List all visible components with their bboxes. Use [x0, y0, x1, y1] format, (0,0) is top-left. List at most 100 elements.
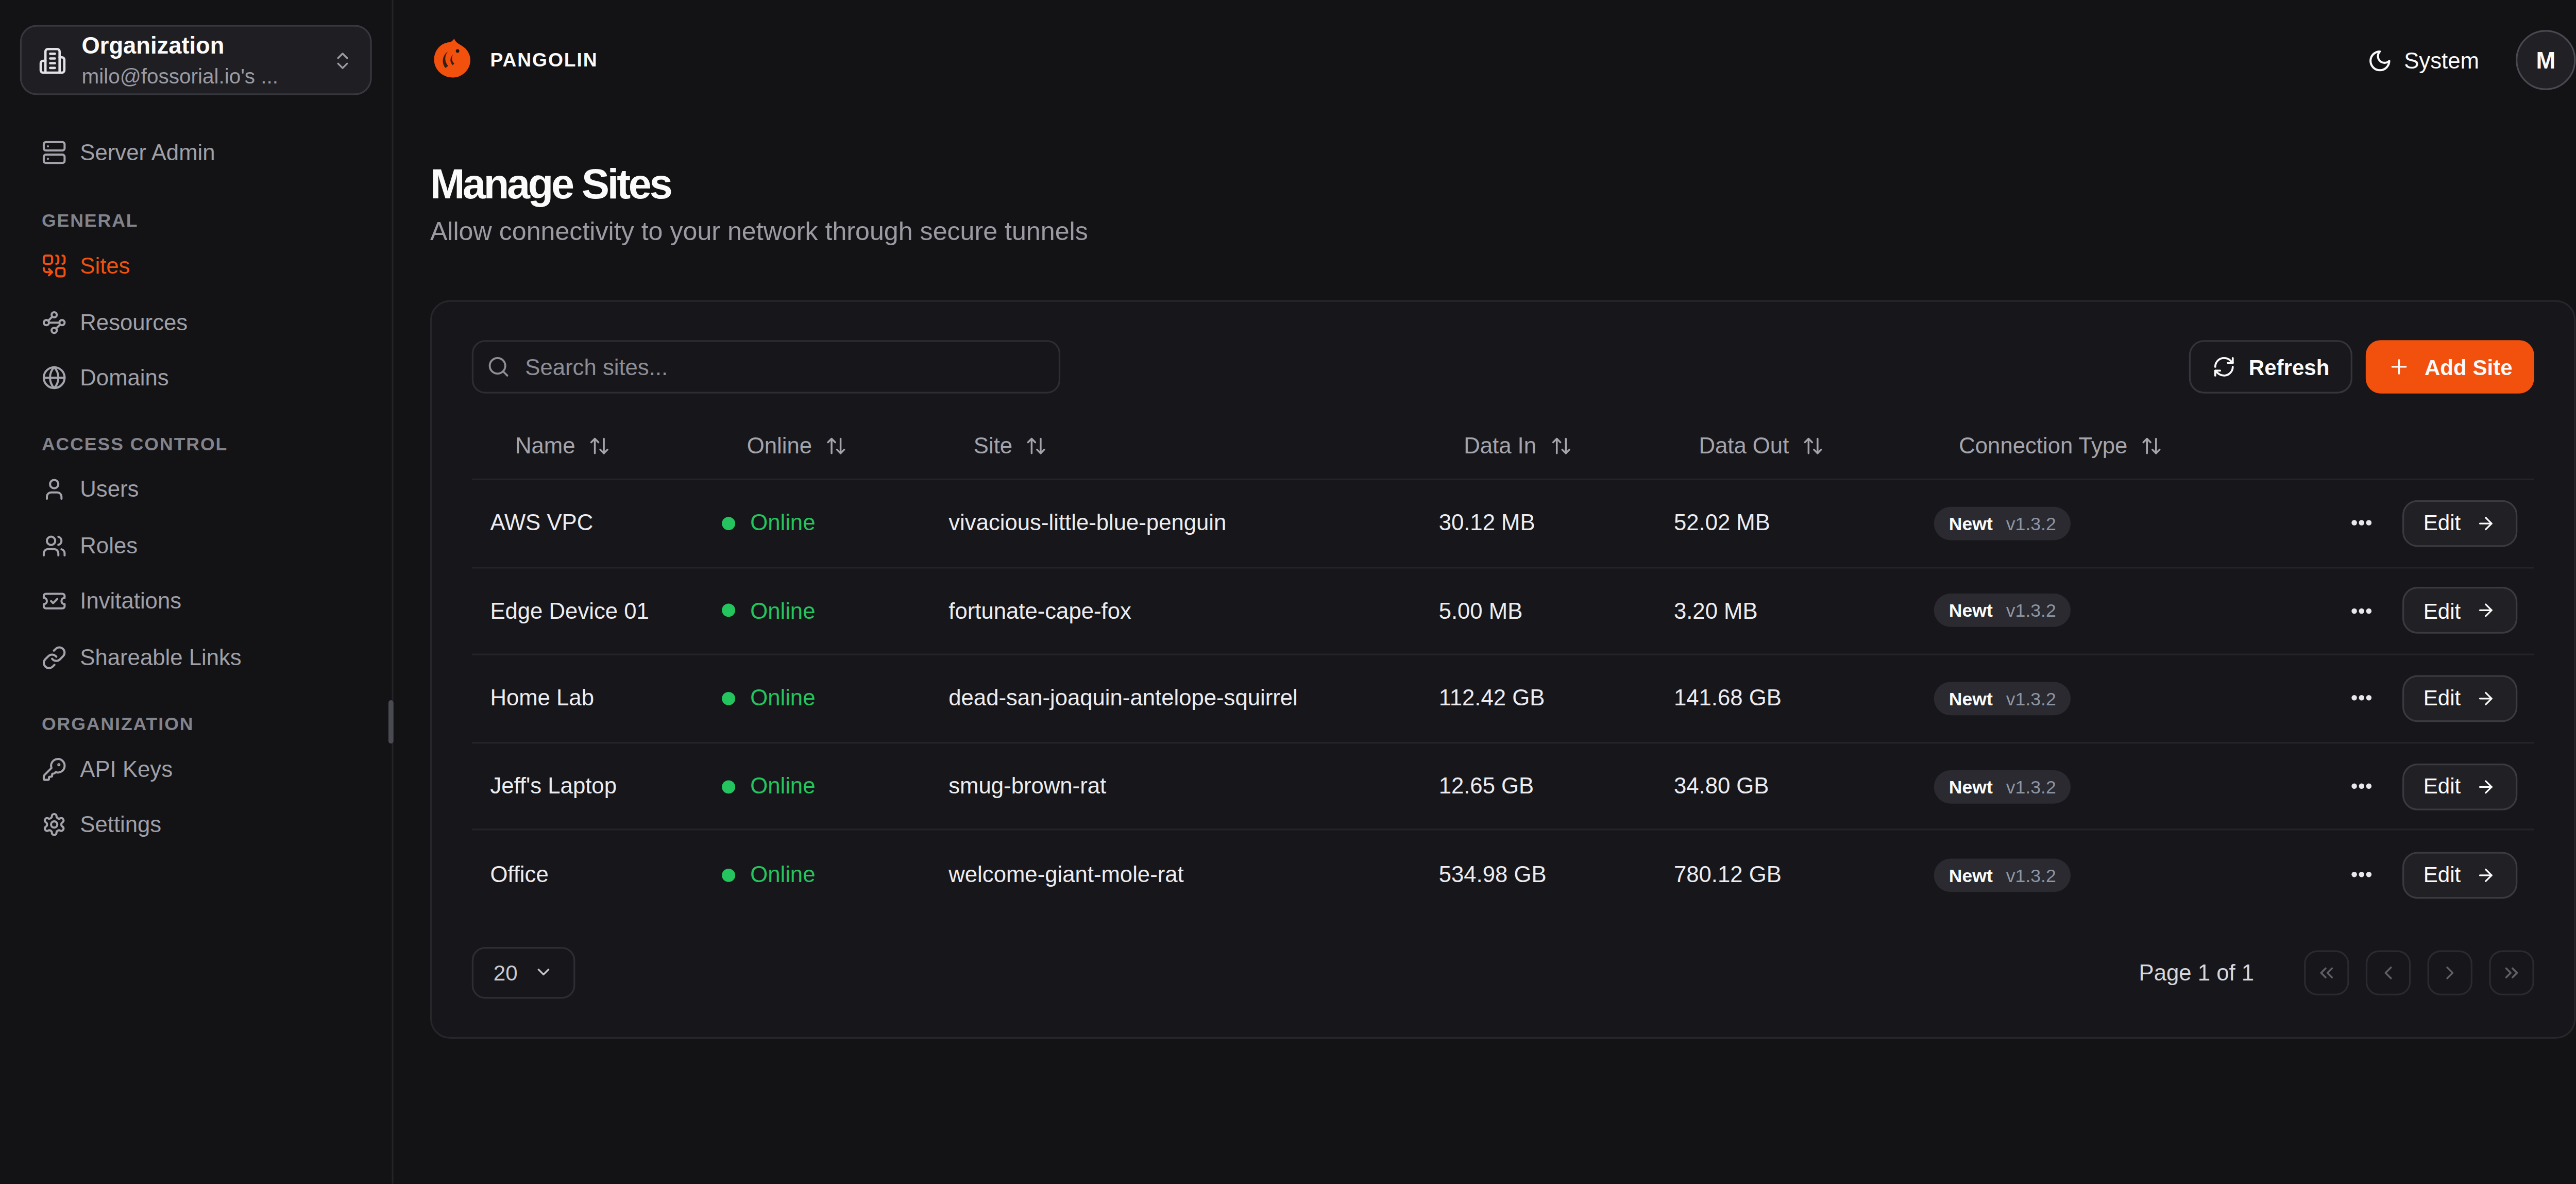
connection-type-name: Newt: [1949, 601, 1993, 621]
arrow-right-icon: [2476, 601, 2496, 621]
edit-label: Edit: [2424, 598, 2461, 623]
building-icon: [38, 46, 66, 74]
sidebar-item-resources[interactable]: Resources: [20, 294, 372, 350]
cell-data-in: 12.65 GB: [1439, 774, 1674, 799]
first-page-button[interactable]: [2304, 950, 2349, 995]
connection-type-name: Newt: [1949, 776, 1993, 797]
column-header-data-in[interactable]: Data In: [1464, 433, 1699, 459]
arrow-right-icon: [2476, 776, 2496, 797]
cell-connection-type: Newt v1.3.2: [1934, 682, 2348, 715]
sidebar-item-label: API Keys: [80, 757, 173, 782]
sidebar-item-sites[interactable]: Sites: [20, 239, 372, 294]
sort-icon: [825, 435, 847, 457]
column-header-name[interactable]: Name: [515, 433, 747, 459]
cell-actions: Edit: [2348, 675, 2517, 722]
cell-site: dead-san-joaquin-antelope-squirrel: [948, 686, 1438, 712]
cell-connection-type: Newtv1.3.2: [1934, 506, 2348, 540]
edit-button[interactable]: Edit: [2402, 675, 2518, 722]
refresh-button[interactable]: Refresh: [2189, 340, 2352, 394]
connection-type-badge: Newtv1.3.2: [1934, 506, 2071, 540]
gear-icon: [42, 813, 67, 838]
sidebar-section: ORGANIZATION API Keys Settings: [20, 712, 372, 853]
row-menu-button[interactable]: [2348, 511, 2374, 536]
brand-name: PANGOLIN: [490, 50, 598, 70]
sort-icon: [588, 435, 610, 457]
arrow-right-icon: [2476, 865, 2496, 885]
table-row: Edge Device 01Onlinefortunate-cape-fox5.…: [472, 568, 2534, 655]
sidebar-scrollbar[interactable]: [388, 700, 394, 743]
arrow-right-icon: [2476, 688, 2496, 708]
last-page-button[interactable]: [2489, 950, 2534, 995]
cell-name: Jeff's Laptop: [490, 774, 722, 799]
column-header-data-out[interactable]: Data Out: [1699, 433, 1959, 459]
online-dot-icon: [722, 780, 735, 793]
column-header-connection-type[interactable]: Connection Type: [1959, 433, 2517, 459]
sort-icon: [2141, 435, 2162, 457]
theme-label: System: [2404, 47, 2479, 73]
sidebar-item-label: Sites: [80, 253, 130, 279]
next-page-button[interactable]: [2428, 950, 2472, 995]
sidebar-item-roles[interactable]: Roles: [20, 518, 372, 573]
page-subtitle: Allow connectivity to your network throu…: [430, 217, 2576, 247]
online-label: Online: [750, 862, 815, 888]
sidebar-item-domains[interactable]: Domains: [20, 350, 372, 405]
search-box[interactable]: [472, 340, 1060, 394]
row-menu-button[interactable]: [2348, 686, 2374, 712]
edit-label: Edit: [2424, 686, 2461, 712]
cell-name: Edge Device 01: [490, 598, 722, 623]
sidebar-item-settings[interactable]: Settings: [20, 797, 372, 853]
sort-icon: [1550, 435, 1571, 457]
cell-data-out: 52.02 MB: [1674, 511, 1934, 536]
prev-page-button[interactable]: [2366, 950, 2411, 995]
row-menu-button[interactable]: [2348, 862, 2374, 888]
edit-label: Edit: [2424, 511, 2461, 536]
connection-type-badge: Newtv1.3.2: [1934, 858, 2071, 891]
table-body: AWS VPCOnlinevivacious-little-blue-pengu…: [472, 480, 2534, 919]
cell-actions: Edit: [2348, 587, 2517, 634]
add-site-button[interactable]: Add Site: [2366, 340, 2534, 394]
column-header-online[interactable]: Online: [747, 433, 974, 459]
table-row: AWS VPCOnlinevivacious-little-blue-pengu…: [472, 480, 2534, 568]
theme-toggle[interactable]: System: [2367, 47, 2479, 73]
edit-button[interactable]: Edit: [2402, 587, 2518, 634]
cell-data-out: 780.12 GB: [1674, 862, 1934, 888]
online-dot-icon: [722, 516, 735, 530]
page-size-select[interactable]: 20: [472, 947, 576, 999]
refresh-icon: [2212, 355, 2235, 378]
table-row: OfficeOnlinewelcome-giant-mole-rat534.98…: [472, 831, 2534, 919]
row-menu-button[interactable]: [2348, 598, 2374, 623]
sidebar-item-api-keys[interactable]: API Keys: [20, 741, 372, 797]
org-selector[interactable]: Organization milo@fossorial.io's ...: [20, 25, 372, 95]
cell-name: Home Lab: [490, 686, 722, 712]
cell-actions: Edit: [2348, 500, 2517, 547]
connection-type-version: v1.3.2: [2006, 688, 2056, 708]
avatar[interactable]: M: [2516, 30, 2575, 90]
sidebar-section-heading: ORGANIZATION: [20, 712, 372, 735]
sidebar-item-users[interactable]: Users: [20, 462, 372, 518]
edit-label: Edit: [2424, 774, 2461, 799]
globe-icon: [42, 365, 67, 391]
combine-icon: [42, 253, 67, 279]
connection-type-badge: Newt v1.3.2: [1934, 682, 2071, 715]
sidebar-item-server-admin[interactable]: Server Admin: [20, 127, 372, 177]
search-input[interactable]: [525, 354, 1040, 380]
edit-button[interactable]: Edit: [2402, 852, 2518, 899]
connection-type-name: Newt: [1949, 513, 1993, 533]
sidebar-item-shareable-links[interactable]: Shareable Links: [20, 629, 372, 685]
sidebar-item-invitations[interactable]: Invitations: [20, 573, 372, 629]
sidebar: Organization milo@fossorial.io's ... Ser…: [0, 0, 394, 1184]
row-menu-button[interactable]: [2348, 774, 2374, 799]
sidebar-item-label: Server Admin: [80, 139, 215, 164]
edit-button[interactable]: Edit: [2402, 500, 2518, 547]
connection-type-version: v1.3.2: [2006, 601, 2056, 621]
arrow-right-icon: [2476, 513, 2496, 533]
cell-actions: Edit: [2348, 763, 2517, 810]
connection-type-badge: Newt v1.3.2: [1934, 594, 2071, 628]
sidebar-section: ACCESS CONTROLUsersRolesInvitationsShare…: [20, 432, 372, 685]
connection-type-name: Newt: [1949, 688, 1993, 708]
sidebar-sections: GENERALSitesResourcesDomainsACCESS CONTR…: [20, 208, 372, 853]
column-header-site[interactable]: Site: [974, 433, 1464, 459]
sidebar-item-label: Domains: [80, 365, 168, 391]
edit-button[interactable]: Edit: [2402, 763, 2518, 810]
online-dot-icon: [722, 692, 735, 705]
